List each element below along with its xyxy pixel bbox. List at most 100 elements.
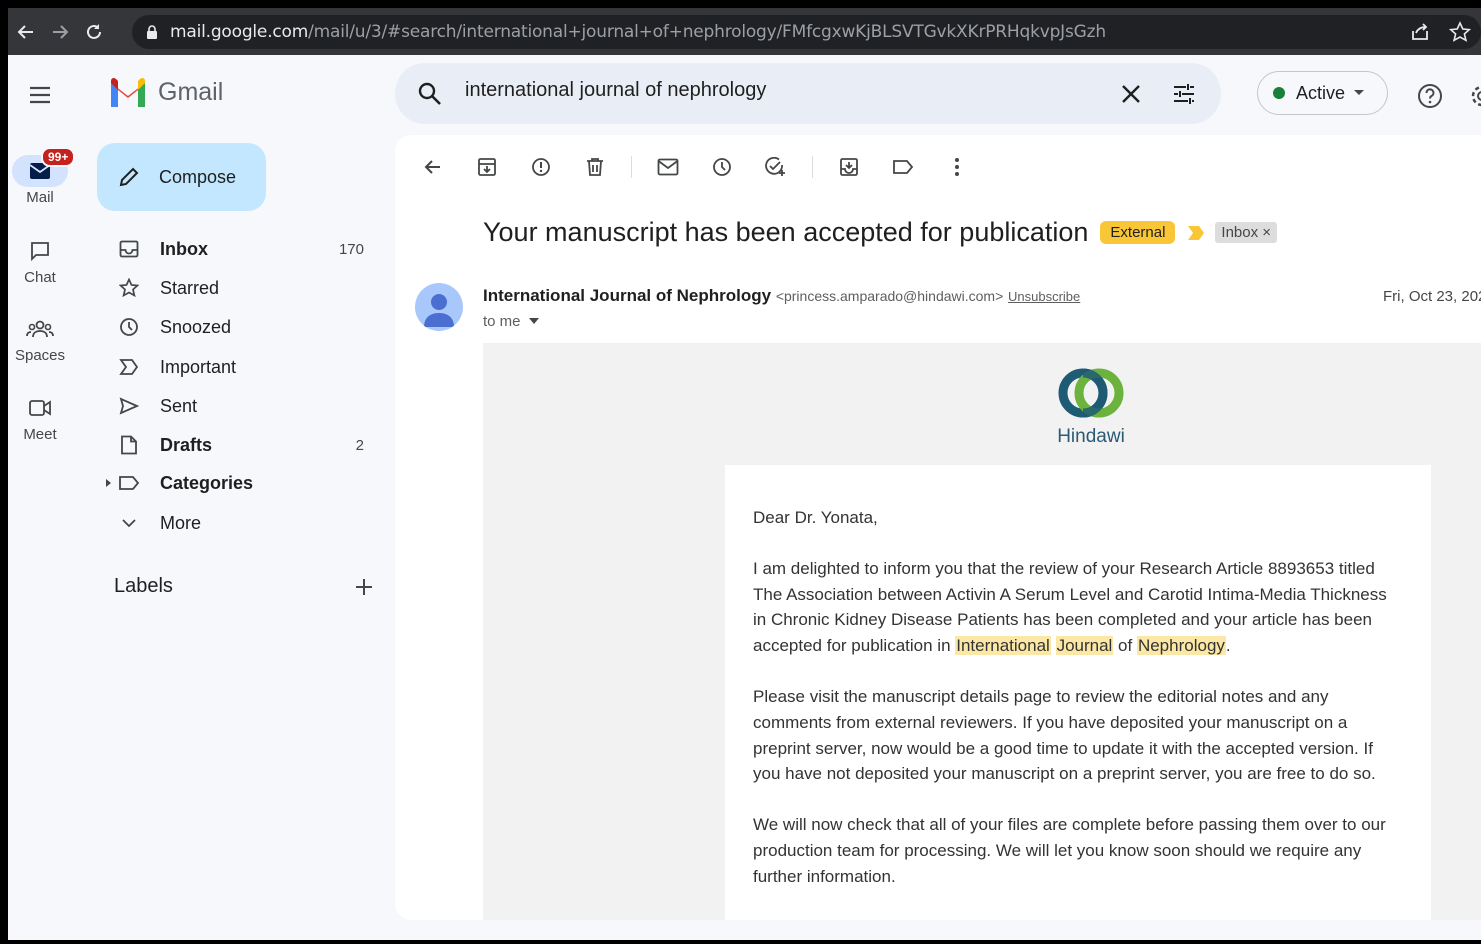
search-icon[interactable] (417, 81, 443, 107)
move-to-button[interactable] (831, 149, 867, 185)
archive-button[interactable] (469, 149, 505, 185)
search-options-icon[interactable] (1171, 81, 1197, 107)
report-spam-button[interactable] (523, 149, 559, 185)
toolbar-divider (631, 156, 632, 178)
sidebar-item-label: Categories (160, 472, 254, 493)
settings-gear-icon[interactable] (1468, 82, 1481, 110)
sender-avatar (415, 283, 463, 331)
inbox-label-chip[interactable]: Inbox × (1215, 222, 1278, 243)
search-highlight: International (955, 636, 1051, 656)
sidebar-item-categories[interactable]: Categories (98, 465, 380, 501)
sidebar-item-snoozed[interactable]: Snoozed (98, 309, 380, 345)
hindawi-rings-icon (1058, 368, 1124, 418)
unsubscribe-link[interactable]: Unsubscribe (1008, 289, 1080, 304)
url-host: mail.google.com (170, 22, 309, 42)
paragraph-3: We will now check that all of your files… (753, 815, 1386, 886)
share-icon[interactable] (1409, 21, 1431, 43)
email-date: Fri, Oct 23, 202 (1383, 288, 1481, 305)
importance-marker-icon[interactable] (1187, 225, 1205, 241)
sidebar-item-starred[interactable]: Starred (98, 270, 380, 306)
sidebar-item-more[interactable]: More (98, 505, 380, 541)
mail-outline-icon (657, 158, 679, 176)
gmail-logo-text: Gmail (158, 77, 224, 106)
dropdown-arrow-icon (1354, 90, 1365, 95)
email-body: Hindawi Dear Dr. Yonata, I am delighted … (483, 343, 1481, 920)
forward-button[interactable] (44, 16, 76, 48)
sidebar-item-label: Sent (160, 395, 198, 416)
labels-button[interactable] (885, 149, 921, 185)
sidebar-item-important[interactable]: Important (98, 349, 380, 385)
unread-badge: 99+ (41, 147, 76, 167)
status-dot-icon (1273, 87, 1285, 99)
reload-button[interactable] (78, 16, 110, 48)
inbox-chip-label: Inbox (1221, 224, 1259, 241)
person-icon (424, 294, 454, 327)
chevron-down-icon (122, 519, 136, 528)
mark-unread-button[interactable] (650, 149, 686, 185)
sidebar-item-inbox[interactable]: Inbox 170 (98, 231, 380, 267)
address-bar[interactable]: mail.google.com/mail/u/3/#search/interna… (132, 15, 1481, 49)
send-icon (119, 397, 139, 415)
subject-row: Your manuscript has been accepted for pu… (483, 217, 1278, 248)
delete-button[interactable] (577, 149, 613, 185)
sidebar-item-drafts[interactable]: Drafts 2 (98, 427, 380, 463)
rail-label: Spaces (14, 347, 66, 364)
compose-button[interactable]: Compose (97, 143, 266, 211)
arrow-left-icon (17, 24, 33, 39)
star-icon (119, 278, 139, 298)
paragraph-1: I am delighted to inform you that the re… (753, 558, 1387, 656)
sidebar-item-label: Snoozed (160, 316, 232, 337)
rail-label: Mail (26, 189, 54, 206)
draft-count: 2 (355, 436, 364, 454)
email-view: Your manuscript has been accepted for pu… (395, 135, 1481, 920)
hindawi-logo: Hindawi (1053, 365, 1129, 448)
back-to-list-button[interactable] (415, 149, 451, 185)
compose-label: Compose (159, 166, 237, 187)
search-highlight: Nephrology (1136, 636, 1226, 656)
gmail-app: Gmail Active 99+ Mail Chat (8, 55, 1481, 940)
sender-email: <princess.amparado@hindawi.com> (775, 288, 1004, 304)
toolbar-divider (812, 156, 813, 178)
email-content-card: Dear Dr. Yonata, I am delighted to infor… (725, 465, 1431, 920)
caret-right-icon[interactable] (104, 478, 112, 488)
sidebar-item-label: Drafts (160, 434, 213, 455)
sender-line: International Journal of Nephrology <pri… (483, 286, 1080, 306)
plus-icon[interactable] (354, 577, 374, 597)
pencil-icon (119, 167, 139, 187)
inbox-icon (119, 240, 139, 258)
draft-icon (121, 435, 137, 455)
bookmark-star-icon[interactable] (1449, 21, 1471, 43)
add-to-tasks-button[interactable] (758, 149, 794, 185)
recipient-details-toggle[interactable]: to me (483, 313, 539, 330)
hindawi-brand-text: Hindawi (1057, 426, 1125, 447)
chat-icon (31, 242, 49, 262)
sidebar-item-label: Starred (160, 277, 220, 298)
close-icon[interactable] (1120, 83, 1142, 105)
sender-name[interactable]: International Journal of Nephrology (483, 286, 771, 305)
browser-toolbar: mail.google.com/mail/u/3/#search/interna… (8, 8, 1481, 55)
more-vert-icon (955, 158, 959, 176)
reload-icon (87, 23, 101, 39)
gmail-m-icon (111, 77, 145, 107)
arrow-left-icon (424, 160, 440, 174)
status-selector[interactable]: Active (1257, 71, 1388, 115)
greeting: Dear Dr. Yonata, (753, 508, 878, 527)
lock-icon (147, 24, 157, 39)
rail-chat[interactable]: Chat (8, 235, 72, 286)
labels-section-header: Labels (114, 575, 374, 598)
gmail-logo[interactable]: Gmail (108, 77, 223, 107)
snooze-button[interactable] (704, 149, 740, 185)
help-icon[interactable] (1416, 82, 1444, 110)
sidebar-item-sent[interactable]: Sent (98, 388, 380, 424)
back-button[interactable] (10, 16, 42, 48)
search-input[interactable] (465, 79, 1065, 102)
remove-label-icon[interactable]: × (1262, 224, 1271, 241)
important-icon (119, 359, 139, 375)
rail-mail[interactable]: 99+ Mail (8, 147, 76, 206)
rail-meet[interactable]: Meet (8, 392, 72, 443)
label-icon (893, 160, 914, 174)
more-options-button[interactable] (939, 149, 975, 185)
status-label: Active (1296, 82, 1346, 103)
app-rail: 99+ Mail Chat Spaces Meet (8, 55, 82, 940)
rail-spaces[interactable]: Spaces (8, 313, 72, 364)
